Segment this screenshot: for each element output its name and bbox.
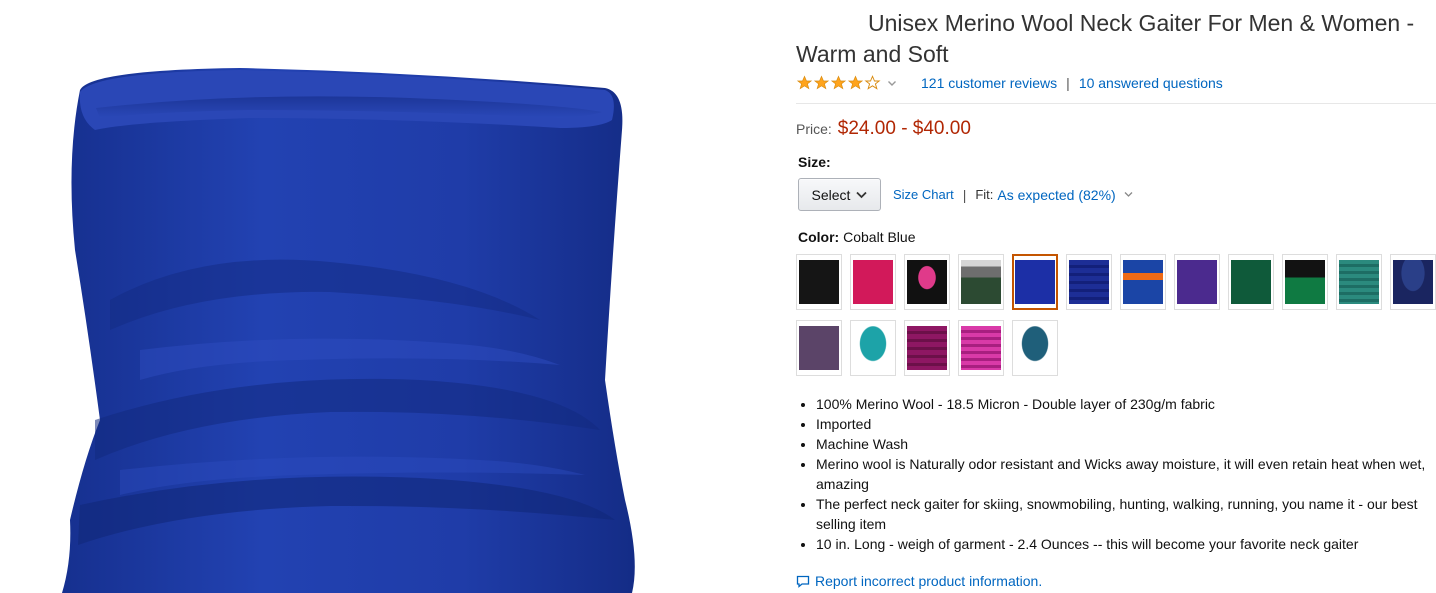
swatch-black-green[interactable] [1282,254,1328,310]
answered-questions-link[interactable]: 10 answered questions [1079,75,1223,91]
product-title-line1: Unisex Merino Wool Neck Gaiter For Men &… [868,10,1415,36]
swatch-black-pink[interactable] [904,254,950,310]
gray-green-swatch-icon [961,260,1001,304]
swatch-purple[interactable] [1174,254,1220,310]
customer-reviews-link[interactable]: 121 customer reviews [921,75,1057,91]
product-title-line2: Warm and Soft [796,41,949,67]
report-incorrect-info-link[interactable]: Report incorrect product information. [815,573,1042,589]
feature-bullet: 100% Merino Wool - 18.5 Micron - Double … [816,394,1436,414]
size-chart-link[interactable]: Size Chart [893,187,954,202]
price-value: $24.00 - $40.00 [837,118,971,139]
fit-value-link[interactable]: As expected (82%) [997,187,1115,203]
chevron-down-icon[interactable] [1124,191,1133,198]
blue-orange-swatch-icon [1123,260,1163,304]
color-value: Cobalt Blue [843,229,916,245]
size-select-dropdown[interactable]: Select [798,178,881,211]
divider [796,103,1436,104]
teal-swatch-icon [853,326,893,370]
magenta-swatch-icon [907,326,947,370]
report-row: Report incorrect product information. [796,573,1436,589]
swatch-pink-stripe[interactable] [958,320,1004,376]
navy-swatch-icon [1393,260,1433,304]
feature-bullet: Imported [816,414,1436,434]
color-label-row: Color: Cobalt Blue [798,229,1436,245]
black-pink-swatch-icon [907,260,947,304]
swatch-teal-stripe[interactable] [1336,254,1382,310]
blue-stripe-swatch-icon [1069,260,1109,304]
swatch-blue-orange[interactable] [1120,254,1166,310]
plum-swatch-icon [799,326,839,370]
swatch-green[interactable] [1228,254,1274,310]
separator: | [1066,75,1070,91]
black-swatch-icon [799,260,839,304]
separator: | [962,186,967,203]
swatch-cobalt-blue[interactable] [1012,254,1058,310]
black-green-swatch-icon [1285,260,1325,304]
feature-bullets: 100% Merino Wool - 18.5 Micron - Double … [796,394,1436,554]
star-full-icon [847,75,864,90]
swatch-blue-stripe[interactable] [1066,254,1112,310]
size-row: Select Size Chart | Fit: As expected (82… [798,178,1436,211]
rating-row: 121 customer reviews | 10 answered quest… [796,72,1436,94]
product-details: Unisex Merino Wool Neck Gaiter For Men &… [796,8,1436,593]
purple-swatch-icon [1177,260,1217,304]
size-select-label: Select [811,186,851,203]
feature-bullet: Merino wool is Naturally odor resistant … [816,454,1436,494]
green-swatch-icon [1231,260,1271,304]
price-row: Price: $24.00 - $40.00 [796,118,1436,140]
pink-stripe-swatch-icon [961,326,1001,370]
product-title: Unisex Merino Wool Neck Gaiter For Men &… [796,8,1436,70]
swatch-black[interactable] [796,254,842,310]
teal-stripe-swatch-icon [1339,260,1379,304]
swatch-magenta[interactable] [904,320,950,376]
color-label: Color: [798,229,840,245]
swatch-teal[interactable] [850,320,896,376]
comment-icon [796,575,810,588]
feature-bullet: 10 in. Long - weigh of garment - 2.4 Oun… [816,534,1436,554]
star-empty-icon [864,75,881,90]
feature-bullet: The perfect neck gaiter for skiing, snow… [816,494,1436,534]
swatch-plum[interactable] [796,320,842,376]
swatch-pink[interactable] [850,254,896,310]
fit-label: Fit: [975,187,994,202]
feature-bullet: Machine Wash [816,434,1436,454]
price-label: Price: [796,121,832,137]
cobalt-blue-swatch-icon [1015,260,1055,304]
chevron-down-icon[interactable] [887,78,897,88]
neck-gaiter-image [62,68,635,593]
star-full-icon [813,75,830,90]
chevron-down-icon [856,191,868,198]
swatch-navy[interactable] [1390,254,1436,310]
star-full-icon [796,75,813,90]
color-swatches [796,254,1436,384]
product-image[interactable] [0,0,790,593]
star-full-icon [830,75,847,90]
pink-swatch-icon [853,260,893,304]
swatch-gray-green[interactable] [958,254,1004,310]
swatch-dark-teal[interactable] [1012,320,1058,376]
size-label: Size: [798,154,831,170]
dark-teal-swatch-icon [1015,326,1055,370]
star-rating[interactable] [796,75,897,91]
